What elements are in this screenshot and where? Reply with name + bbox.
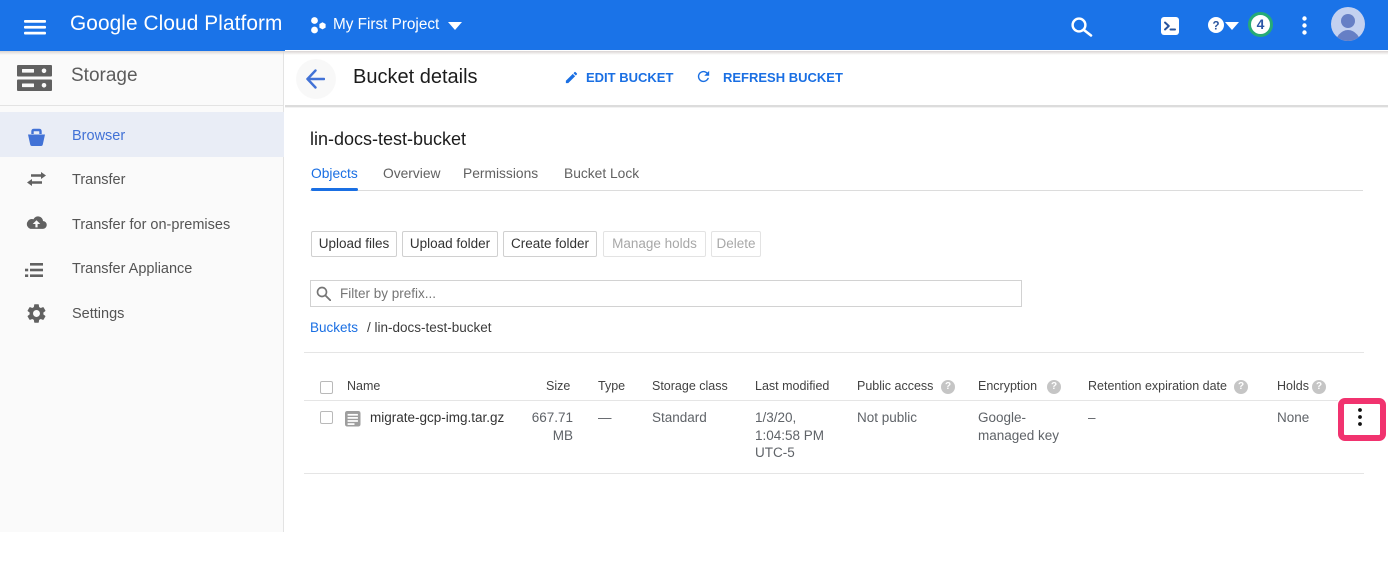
svg-text:?: ? (1212, 20, 1219, 32)
